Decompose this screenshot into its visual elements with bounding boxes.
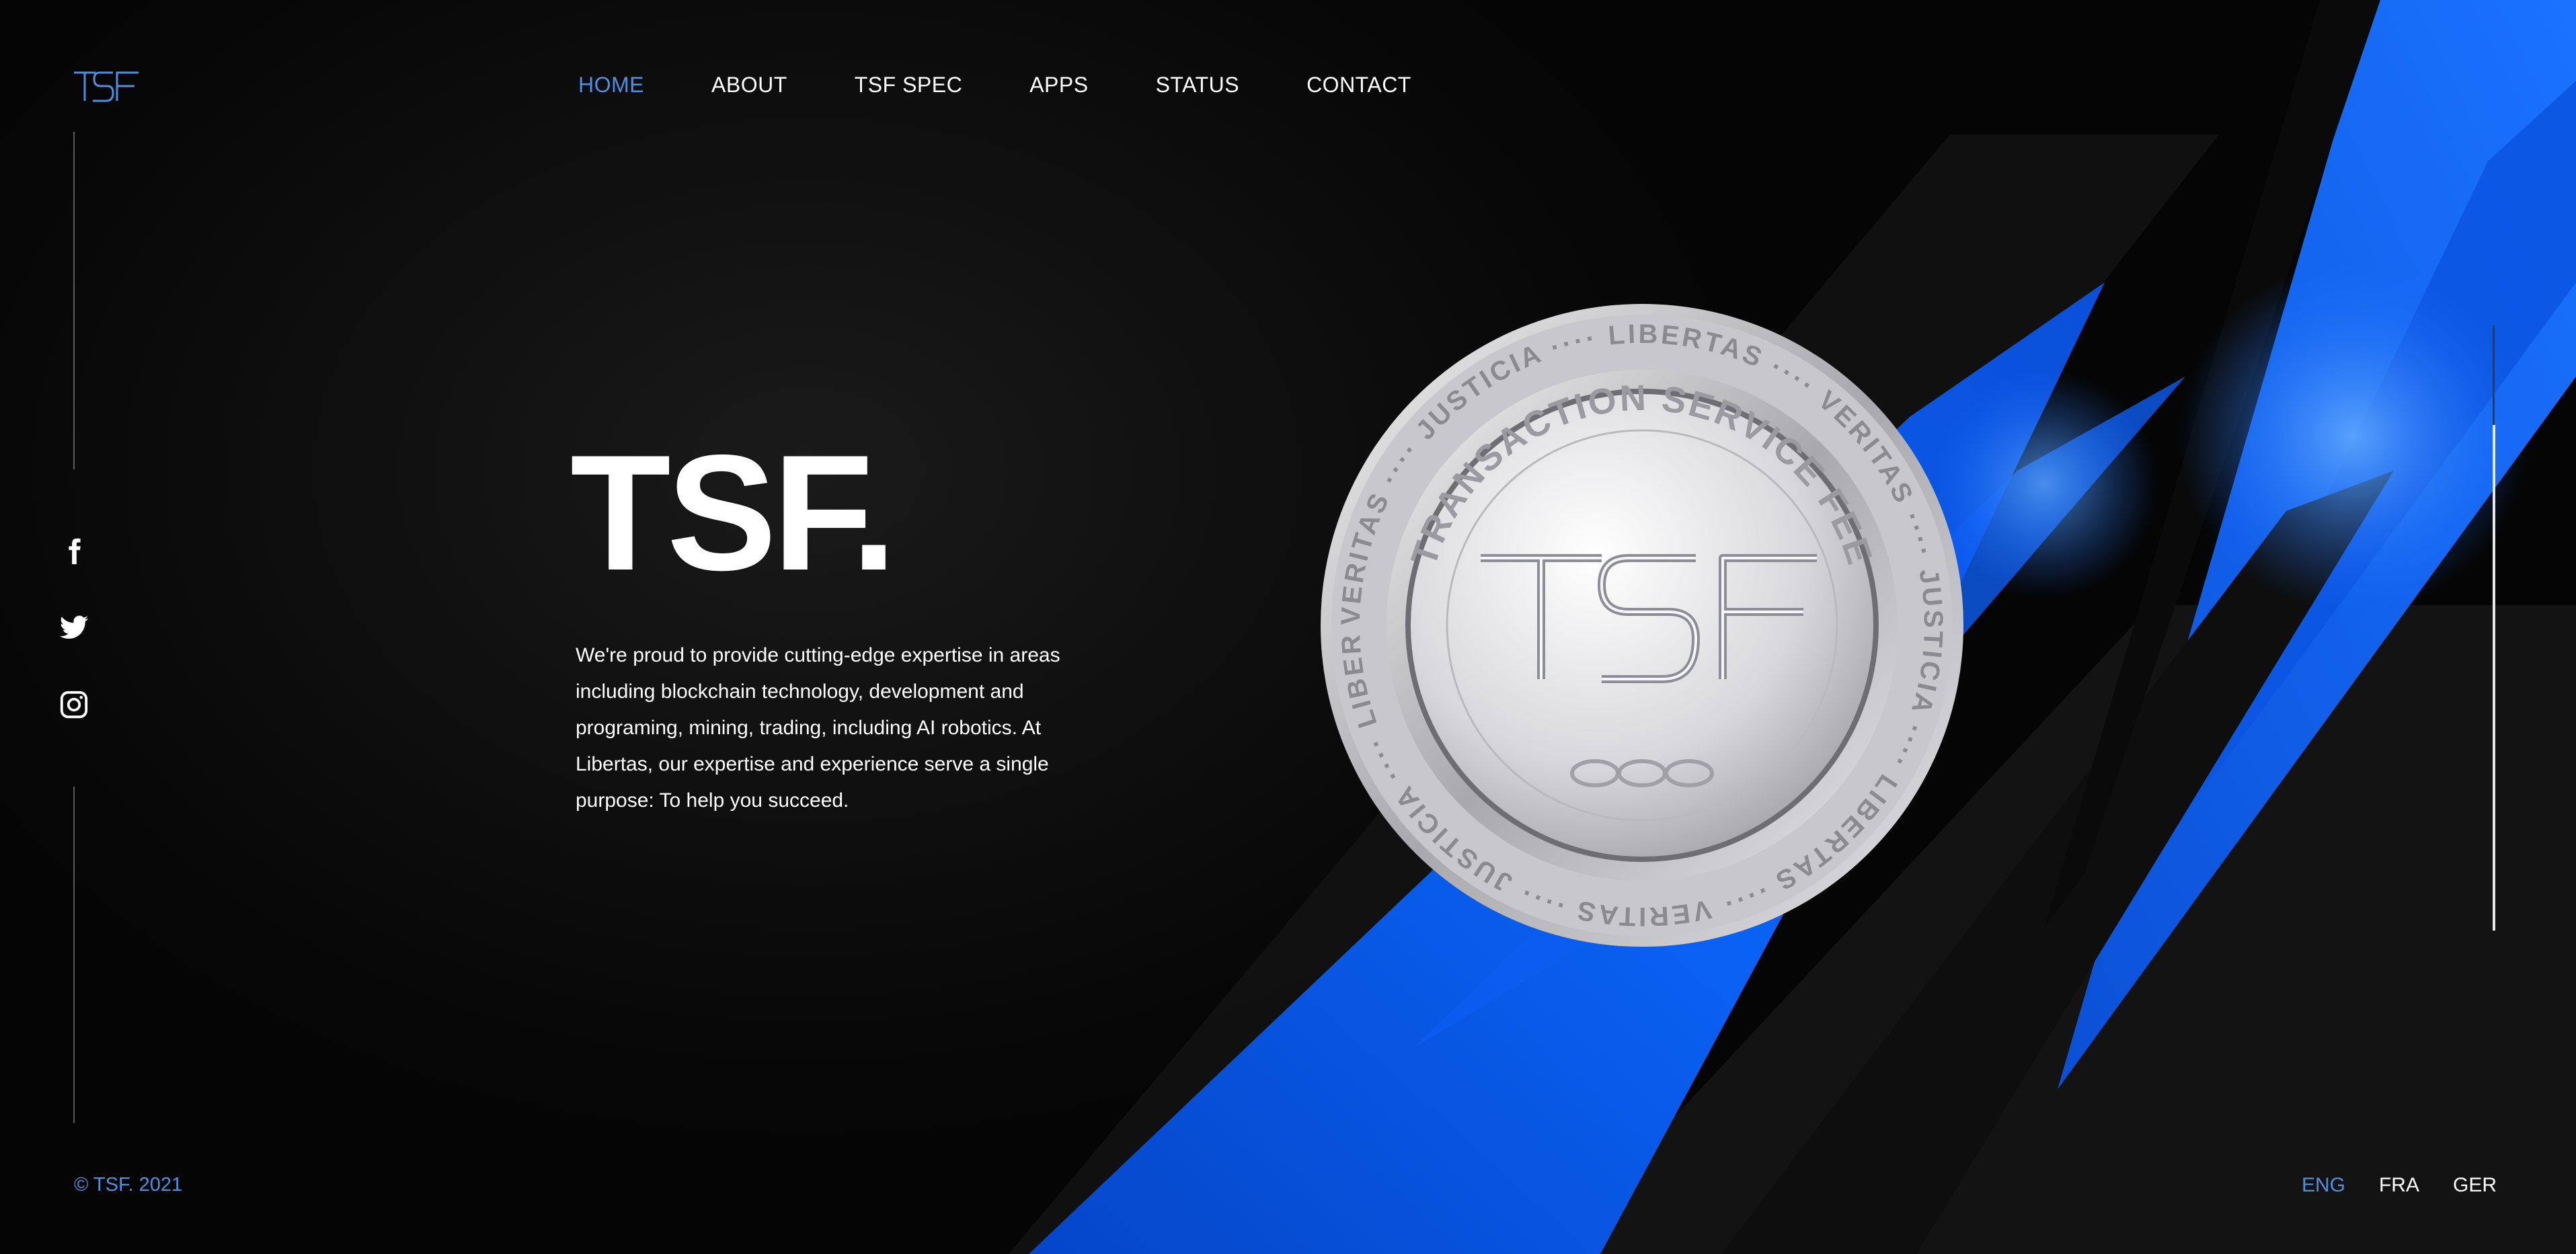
nav-status[interactable]: STATUS — [1156, 73, 1239, 97]
nav-contact[interactable]: CONTACT — [1306, 73, 1411, 97]
twitter-link[interactable] — [56, 611, 91, 645]
instagram-icon — [60, 691, 88, 719]
instagram-link[interactable] — [56, 687, 91, 722]
background — [0, 0, 2576, 1254]
main-nav: HOME ABOUT TSF SPEC APPS STATUS CONTACT — [578, 73, 1479, 97]
tsf-logo[interactable] — [73, 67, 140, 105]
language-switcher: ENG FRA GER — [2268, 1174, 2497, 1197]
nav-apps[interactable]: APPS — [1029, 73, 1088, 97]
nav-home[interactable]: HOME — [578, 73, 644, 97]
lang-ger[interactable]: GER — [2453, 1174, 2497, 1197]
lang-eng[interactable]: ENG — [2302, 1174, 2345, 1197]
facebook-link[interactable] — [56, 534, 91, 569]
twitter-icon — [59, 615, 89, 639]
lang-fra[interactable]: FRA — [2379, 1174, 2419, 1197]
hero-title: TSF. — [570, 420, 897, 604]
nav-about[interactable]: ABOUT — [711, 73, 787, 97]
hero-description: We're proud to provide cutting-edge expe… — [576, 644, 1060, 812]
tsf-coin-image: VERITAS ···· JUSTICIA ···· LIBERTAS ····… — [1309, 279, 1965, 948]
background-shapes — [1009, 0, 2576, 1254]
tsf-logo-mark — [74, 71, 139, 102]
facebook-icon — [69, 538, 81, 565]
copyright: © TSF. 2021 — [74, 1174, 183, 1196]
scroll-indicator[interactable] — [2493, 425, 2495, 931]
left-divider-top — [73, 132, 75, 469]
left-divider-bottom — [73, 787, 75, 1123]
nav-tsf-spec[interactable]: TSF SPEC — [855, 73, 962, 97]
